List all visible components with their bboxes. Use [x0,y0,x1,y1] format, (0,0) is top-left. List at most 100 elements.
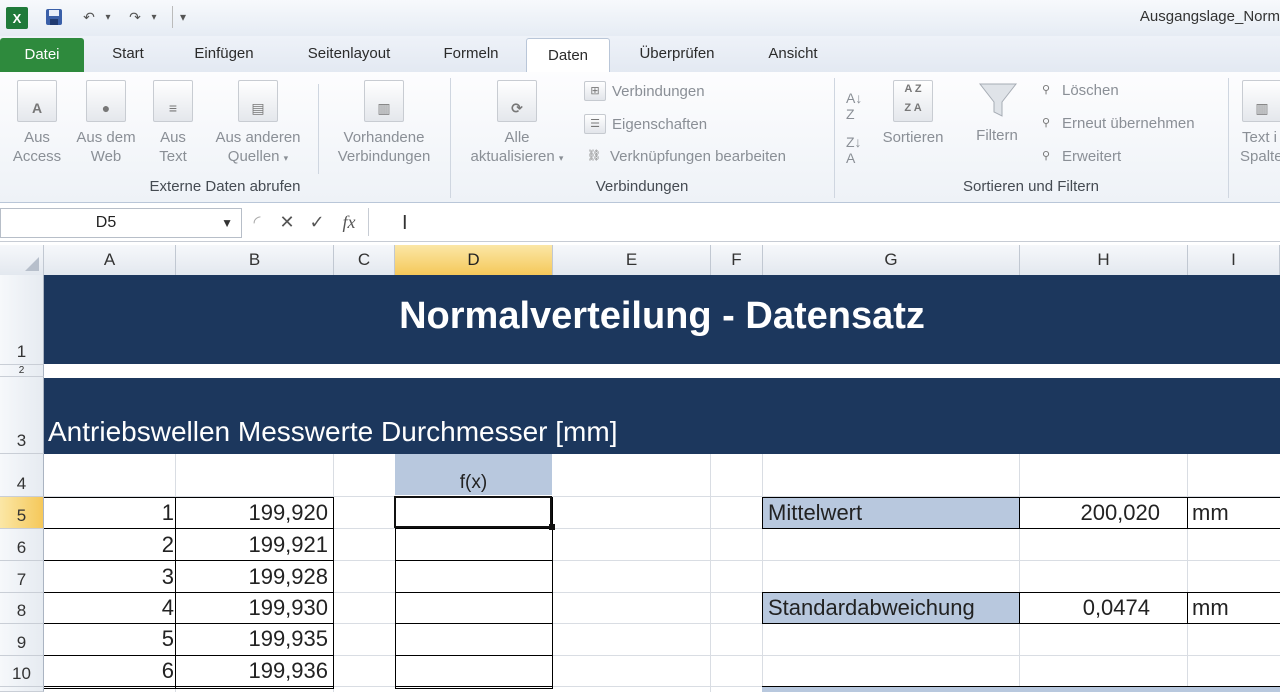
undo-dropdown-icon[interactable]: ▾ [101,6,115,28]
undo-icon[interactable]: ↶ [78,6,100,28]
mean-value-cell[interactable]: 200,020 [1020,498,1160,528]
chevron-down-icon[interactable]: ▼ [221,209,233,237]
row-header-10[interactable]: 10 [0,656,44,687]
sd-label-cell[interactable]: Standardabweichung [763,593,1019,623]
stats-divider [1187,592,1188,624]
column-header-c[interactable]: C [334,245,395,275]
row-header-2[interactable]: 2 [0,365,44,377]
filter-funnel-icon [978,80,1018,120]
refresh-all-button[interactable]: ⟳ Alle aktualisieren ▾ [458,80,576,168]
cell-b10[interactable]: 199,936 [176,658,328,684]
name-box-value: D5 [95,214,117,231]
cell-b7[interactable]: 199,928 [176,564,328,590]
row-header-1[interactable]: 1 [0,275,44,365]
stats-divider [1187,497,1188,529]
row-header-5[interactable]: 5 [0,497,44,529]
from-web-button[interactable]: ● Aus dem Web [70,80,142,166]
mean-label-cell[interactable]: Mittelwert [763,498,1019,528]
row-header-9[interactable]: 9 [0,624,44,656]
cell-a6[interactable]: 2 [44,532,174,558]
customize-quick-access-icon[interactable]: ▾ [172,6,193,28]
from-other-sources-button[interactable]: ▤ Aus anderen Quellen ▾ [206,80,310,168]
cell-a5[interactable]: 1 [44,500,174,526]
properties-button[interactable]: ☰ Eigenschaften [584,114,707,134]
column-header-d[interactable]: D [395,245,553,275]
connections-button[interactable]: ⊞ Verbindungen [584,81,705,101]
column-header-g[interactable]: G [763,245,1020,275]
cell-a7[interactable]: 3 [44,564,174,590]
cancel-icon[interactable]: ✕ [274,208,300,236]
cell-b8[interactable]: 199,930 [176,595,328,621]
cell-b5[interactable]: 199,920 [176,500,328,526]
row-header-3[interactable]: 3 [0,377,44,454]
fill-handle[interactable] [549,524,555,530]
insert-function-icon[interactable]: fx [336,208,362,236]
row-header-4[interactable]: 4 [0,454,44,497]
separator [318,84,319,174]
sheet-subtitle[interactable]: Antriebswellen Messwerte Durchmesser [mm… [48,416,618,448]
sort-icon: A ZZ A [893,80,933,122]
cell-a10[interactable]: 6 [44,658,174,684]
existing-label-2: Verbindungen [337,148,431,165]
tab-ansicht[interactable]: Ansicht [750,36,836,72]
row-header-7[interactable]: 7 [0,561,44,593]
from-text-button[interactable]: ≡ Aus Text [146,80,200,166]
advanced-filter-button[interactable]: ⚲ Erweitert [1036,147,1121,165]
cell-a8[interactable]: 4 [44,595,174,621]
sd-value-cell[interactable]: 0,0474 [1020,593,1150,623]
column-header-h[interactable]: H [1020,245,1188,275]
filter-button[interactable]: Filtern [964,80,1030,145]
sheet-title[interactable]: Normalverteilung - Datensatz [44,295,1280,338]
data-table-divider [44,560,334,561]
data-table-divider [44,623,334,624]
fx-column-header-cell[interactable]: f(x) [395,454,552,495]
formula-input[interactable] [368,208,1280,236]
select-all-corner[interactable] [0,245,44,275]
sort-ascending-button[interactable]: A↓ Z [846,90,862,122]
cell-b9[interactable]: 199,935 [176,626,328,652]
name-box[interactable]: D5 ▼ [0,208,242,238]
redo-icon[interactable]: ↷ [124,6,146,28]
formula-bar-resize-icon[interactable]: ◜ [244,208,270,236]
column-header-e[interactable]: E [553,245,711,275]
clear-filter-button[interactable]: ⚲ Löschen [1036,81,1119,99]
mean-unit-cell[interactable]: mm [1192,498,1229,528]
tab-ueberpruefen[interactable]: Überprüfen [620,36,734,72]
existing-label-1: Vorhandene [343,129,425,146]
tab-datei[interactable]: Datei [0,38,84,72]
from-access-button[interactable]: A Aus Access [6,80,68,166]
gridline [762,454,763,692]
column-header-i[interactable]: I [1188,245,1280,275]
text-file-icon: ≡ [153,80,193,122]
excel-icon[interactable]: X [6,7,28,29]
edit-links-button[interactable]: ⛓ Verknüpfungen bearbeiten [584,147,786,165]
column-header-a[interactable]: A [44,245,176,275]
tab-einfuegen[interactable]: Einfügen [176,36,272,72]
access-icon: A [17,80,57,122]
tab-seitenlayout[interactable]: Seitenlayout [290,36,408,72]
sd-unit-cell[interactable]: mm [1192,593,1229,623]
sort-button[interactable]: A ZZ A Sortieren [872,80,954,147]
sort-descending-button[interactable]: Z↓ A [846,134,862,166]
refresh-label-1: Alle [504,129,530,146]
tab-formeln[interactable]: Formeln [426,36,516,72]
text-to-columns-label-2: Spalte [1240,148,1280,165]
cell-b6[interactable]: 199,921 [176,532,328,558]
enter-checkmark-icon[interactable]: ✓ [304,208,330,236]
row-header-6[interactable]: 6 [0,529,44,561]
column-header-f[interactable]: F [711,245,763,275]
tab-daten[interactable]: Daten [526,38,610,73]
text-cursor-icon: I [402,212,408,234]
row-header-11[interactable] [0,687,44,692]
save-icon[interactable] [42,6,66,28]
text-to-columns-button[interactable]: ▥ Text i Spalte [1236,80,1280,166]
existing-connections-button[interactable]: ▥ Vorhandene Verbindungen [326,80,442,166]
redo-dropdown-icon[interactable]: ▾ [147,6,161,28]
column-header-b[interactable]: B [176,245,334,275]
active-cell-d5[interactable] [394,496,552,528]
cell-a9[interactable]: 5 [44,626,174,652]
row-header-8[interactable]: 8 [0,593,44,624]
reapply-button[interactable]: ⚲ Erneut übernehmen [1036,114,1195,132]
gridline [710,454,711,692]
tab-start[interactable]: Start [96,36,160,72]
